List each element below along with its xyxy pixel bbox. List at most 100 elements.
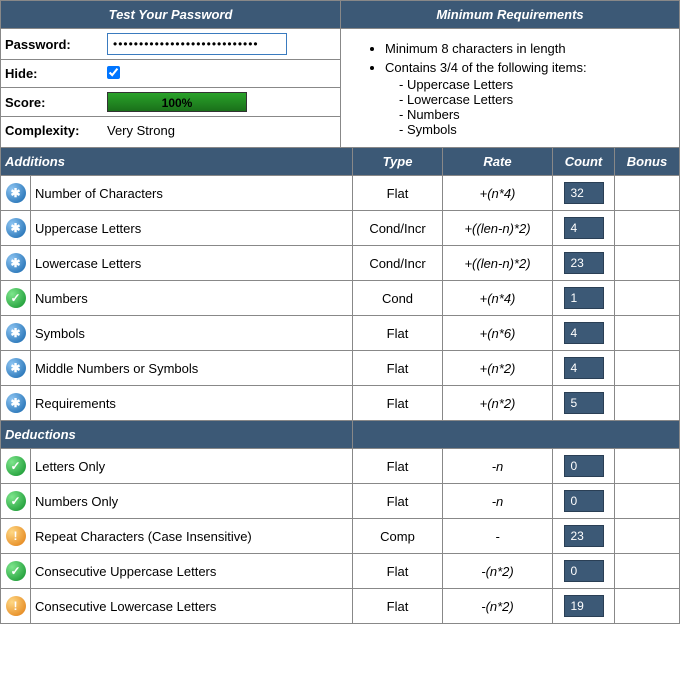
row-rate: -n bbox=[443, 449, 553, 484]
table-row: ✓NumbersCond+(n*4)1+ 4 bbox=[1, 281, 680, 316]
row-type: Cond/Incr bbox=[353, 211, 443, 246]
row-count: 5 bbox=[564, 392, 604, 414]
row-label: Repeat Characters (Case Insensitive) bbox=[31, 519, 353, 554]
requirement-subitem: - Symbols bbox=[399, 122, 659, 137]
row-type: Flat bbox=[353, 386, 443, 421]
row-type: Flat bbox=[353, 316, 443, 351]
row-type: Cond/Incr bbox=[353, 246, 443, 281]
requirement-subitem: - Uppercase Letters bbox=[399, 77, 659, 92]
info-icon: ✱ bbox=[6, 183, 26, 203]
info-icon: ✱ bbox=[6, 218, 26, 238]
row-rate: +(n*4) bbox=[443, 176, 553, 211]
row-label: Number of Characters bbox=[31, 176, 353, 211]
table-row: ✱Lowercase LettersCond/Incr+((len-n)*2)2… bbox=[1, 246, 680, 281]
row-rate: +(n*2) bbox=[443, 386, 553, 421]
requirement-item: Contains 3/4 of the following items: bbox=[385, 58, 659, 77]
section-header: AdditionsTypeRateCountBonus bbox=[1, 148, 680, 176]
table-row: ✱Uppercase LettersCond/Incr+((len-n)*2) 4… bbox=[1, 211, 680, 246]
complexity-label: Complexity: bbox=[1, 117, 101, 144]
info-icon: ✱ bbox=[6, 358, 26, 378]
complexity-value: Very Strong bbox=[101, 119, 340, 142]
row-label: Numbers bbox=[31, 281, 353, 316]
row-label: Numbers Only bbox=[31, 484, 353, 519]
row-bonus: 0 bbox=[615, 484, 680, 519]
row-bonus: + 18 bbox=[615, 246, 680, 281]
top-panel: Test Your Password Password: Hide: Score… bbox=[0, 0, 680, 147]
row-label: Consecutive Lowercase Letters bbox=[31, 589, 353, 624]
row-bonus: + 10 bbox=[615, 386, 680, 421]
row-bonus: + 56 bbox=[615, 211, 680, 246]
requirements-panel: Minimum Requirements Minimum 8 character… bbox=[340, 1, 679, 147]
row-label: Lowercase Letters bbox=[31, 246, 353, 281]
row-type: Cond bbox=[353, 281, 443, 316]
table-row: !Consecutive Lowercase LettersFlat-(n*2)… bbox=[1, 589, 680, 624]
count-header: Count bbox=[553, 148, 615, 176]
requirement-subitem: - Numbers bbox=[399, 107, 659, 122]
password-label: Password: bbox=[1, 31, 101, 58]
hide-checkbox[interactable] bbox=[107, 66, 120, 79]
row-rate: +((len-n)*2) bbox=[443, 211, 553, 246]
score-bar: 100% bbox=[107, 92, 247, 112]
bonus-header: Bonus bbox=[615, 148, 680, 176]
type-header: Type bbox=[353, 148, 443, 176]
row-count: 0 bbox=[564, 560, 604, 582]
row-rate: +(n*6) bbox=[443, 316, 553, 351]
main-table: AdditionsTypeRateCountBonus✱Number of Ch… bbox=[0, 147, 680, 624]
row-count: 4 bbox=[564, 217, 604, 239]
table-row: ✓Numbers OnlyFlat-n00 bbox=[1, 484, 680, 519]
row-count: 32 bbox=[564, 182, 604, 204]
row-bonus: + 24 bbox=[615, 316, 680, 351]
row-rate: -(n*2) bbox=[443, 589, 553, 624]
row-rate: -(n*2) bbox=[443, 554, 553, 589]
row-count: 4 bbox=[564, 322, 604, 344]
row-bonus: + 4 bbox=[615, 281, 680, 316]
row-bonus: + 128 bbox=[615, 176, 680, 211]
row-count: 0 bbox=[564, 455, 604, 477]
row-rate: +((len-n)*2) bbox=[443, 246, 553, 281]
check-icon: ✓ bbox=[6, 456, 26, 476]
table-row: ✓Letters OnlyFlat-n 00 bbox=[1, 449, 680, 484]
score-label: Score: bbox=[1, 89, 101, 116]
row-label: Letters Only bbox=[31, 449, 353, 484]
requirement-item: Minimum 8 characters in length bbox=[385, 39, 659, 58]
table-row: ✱RequirementsFlat+(n*2) 5 + 10 bbox=[1, 386, 680, 421]
row-bonus: + 8 bbox=[615, 351, 680, 386]
row-count: 23 bbox=[564, 525, 604, 547]
deductions-header: Deductions bbox=[1, 421, 353, 449]
row-label: Symbols bbox=[31, 316, 353, 351]
table-row: ✓Consecutive Uppercase LettersFlat-(n*2)… bbox=[1, 554, 680, 589]
row-bonus: 0 bbox=[615, 449, 680, 484]
rate-header: Rate bbox=[443, 148, 553, 176]
check-icon: ✓ bbox=[6, 561, 26, 581]
table-row: !Repeat Characters (Case Insensitive)Com… bbox=[1, 519, 680, 554]
row-count: 1 bbox=[564, 287, 604, 309]
row-label: Requirements bbox=[31, 386, 353, 421]
row-count: 19 bbox=[564, 595, 604, 617]
row-rate: -n bbox=[443, 484, 553, 519]
table-row: ✱SymbolsFlat+(n*6) 4 + 24 bbox=[1, 316, 680, 351]
requirements-body: Minimum 8 characters in lengthContains 3… bbox=[341, 29, 679, 147]
row-label: Consecutive Uppercase Letters bbox=[31, 554, 353, 589]
row-label: Uppercase Letters bbox=[31, 211, 353, 246]
row-type: Flat bbox=[353, 449, 443, 484]
row-bonus: 0 bbox=[615, 554, 680, 589]
additions-header: Additions bbox=[1, 148, 353, 176]
info-icon: ✱ bbox=[6, 393, 26, 413]
row-type: Flat bbox=[353, 589, 443, 624]
row-rate: +(n*2) bbox=[443, 351, 553, 386]
info-icon: ✱ bbox=[6, 253, 26, 273]
info-icon: ✱ bbox=[6, 323, 26, 343]
row-label: Middle Numbers or Symbols bbox=[31, 351, 353, 386]
test-password-panel: Test Your Password Password: Hide: Score… bbox=[1, 1, 340, 147]
password-input[interactable] bbox=[107, 33, 287, 55]
row-rate: +(n*4) bbox=[443, 281, 553, 316]
row-count: 0 bbox=[564, 490, 604, 512]
requirements-header: Minimum Requirements bbox=[341, 1, 679, 29]
row-count: 4 bbox=[564, 357, 604, 379]
section-header: Deductions bbox=[1, 421, 680, 449]
test-password-header: Test Your Password bbox=[1, 1, 340, 29]
row-type: Flat bbox=[353, 554, 443, 589]
hide-label: Hide: bbox=[1, 60, 101, 87]
row-type: Flat bbox=[353, 176, 443, 211]
requirement-subitem: - Lowercase Letters bbox=[399, 92, 659, 107]
